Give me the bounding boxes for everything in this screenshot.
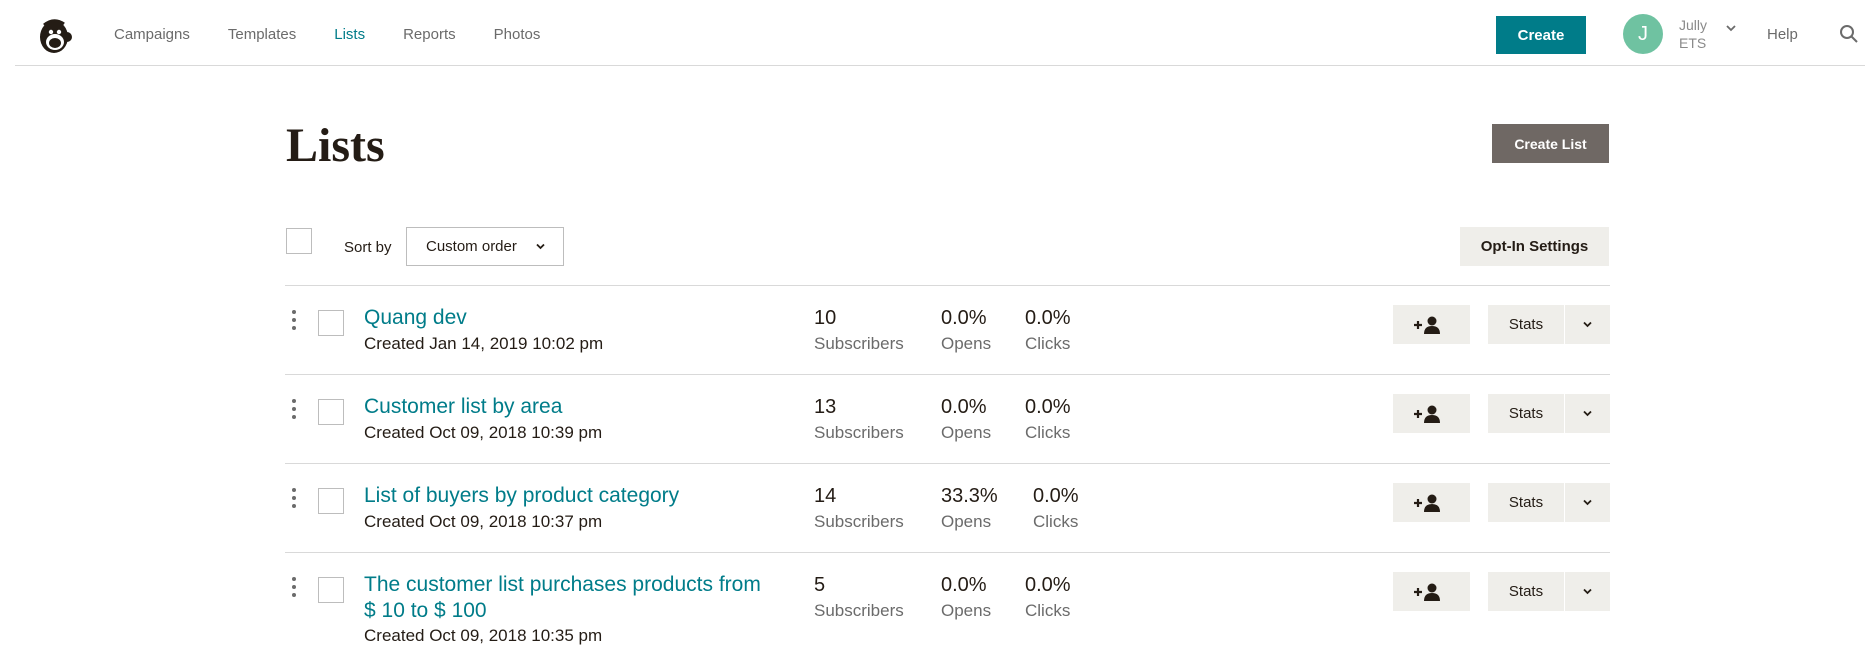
list-created-date: Created Oct 09, 2018 10:35 pm (364, 626, 603, 645)
list-created-date: Created Oct 09, 2018 10:39 pm (364, 423, 603, 442)
subscribers-count: 10 (814, 307, 837, 329)
more-options-button[interactable] (1565, 394, 1610, 433)
help-link[interactable]: Help (1767, 26, 1798, 43)
list-row: Quang dev Created Jan 14, 2019 10:02 pm … (285, 286, 1610, 374)
avatar[interactable]: J (1623, 14, 1663, 54)
select-all-checkbox[interactable] (286, 228, 312, 254)
clicks-rate: 0.0% (1025, 396, 1071, 418)
stats-button[interactable]: Stats (1488, 572, 1564, 611)
list-created-date: Created Jan 14, 2019 10:02 pm (364, 334, 604, 353)
row-checkbox[interactable] (318, 488, 344, 514)
add-contact-button[interactable] (1393, 483, 1470, 522)
list-name-link[interactable]: The customer list purchases products fro… (364, 572, 774, 624)
opens-label: Opens (941, 512, 992, 531)
chevron-down-icon (1583, 588, 1592, 595)
sort-select[interactable]: Custom order (406, 227, 564, 266)
drag-handle-icon[interactable] (291, 309, 297, 331)
add-contact-icon (1414, 316, 1440, 334)
chevron-down-icon (1583, 321, 1592, 328)
subscribers-count: 5 (814, 574, 826, 596)
subscribers-label: Subscribers (814, 512, 904, 531)
add-contact-button[interactable] (1393, 394, 1470, 433)
add-contact-icon (1414, 405, 1440, 423)
list-created-date: Created Oct 09, 2018 10:37 pm (364, 512, 603, 531)
opens-rate: 0.0% (941, 307, 987, 329)
create-list-button[interactable]: Create List (1492, 124, 1609, 163)
add-contact-button[interactable] (1393, 572, 1470, 611)
clicks-label: Clicks (1025, 423, 1071, 442)
chevron-down-icon (1583, 499, 1592, 506)
opens-rate: 0.0% (941, 574, 987, 596)
stats-button[interactable]: Stats (1488, 305, 1564, 344)
clicks-rate: 0.0% (1025, 307, 1071, 329)
list-name-link[interactable]: Customer list by area (364, 394, 794, 420)
more-options-button[interactable] (1565, 305, 1610, 344)
clicks-rate: 0.0% (1033, 485, 1079, 507)
row-checkbox[interactable] (318, 310, 344, 336)
chevron-down-icon[interactable] (1725, 22, 1737, 34)
clicks-label: Clicks (1025, 601, 1071, 620)
stats-button[interactable]: Stats (1488, 483, 1564, 522)
more-options-button[interactable] (1565, 483, 1610, 522)
nav-reports[interactable]: Reports (403, 0, 456, 66)
search-icon[interactable] (1839, 24, 1859, 44)
account-second-line: ETS (1679, 35, 1707, 51)
subscribers-label: Subscribers (814, 601, 904, 620)
clicks-label: Clicks (1025, 334, 1071, 353)
list-row: List of buyers by product category Creat… (285, 464, 1610, 552)
opens-label: Opens (941, 423, 992, 442)
account-name[interactable]: Jully ETS (1679, 16, 1707, 52)
opt-in-settings-button[interactable]: Opt-In Settings (1460, 227, 1609, 266)
row-checkbox[interactable] (318, 399, 344, 425)
add-contact-icon (1414, 494, 1440, 512)
nav-campaigns[interactable]: Campaigns (114, 0, 190, 66)
subscribers-count: 13 (814, 396, 837, 418)
drag-handle-icon[interactable] (291, 576, 297, 598)
drag-handle-icon[interactable] (291, 487, 297, 509)
clicks-rate: 0.0% (1025, 574, 1071, 596)
page-title: Lists (286, 119, 385, 172)
sort-label: Sort by (344, 239, 392, 256)
top-nav: Campaigns Templates Lists Reports Photos… (0, 0, 1865, 66)
list-name-link[interactable]: List of buyers by product category (364, 483, 794, 509)
chevron-down-icon (536, 243, 545, 250)
stats-button[interactable]: Stats (1488, 394, 1564, 433)
list-row: Customer list by area Created Oct 09, 20… (285, 375, 1610, 463)
opens-rate: 0.0% (941, 396, 987, 418)
opens-label: Opens (941, 334, 992, 353)
drag-handle-icon[interactable] (291, 398, 297, 420)
chevron-down-icon (1583, 410, 1592, 417)
list-row: The customer list purchases products fro… (285, 553, 1610, 658)
sort-value: Custom order (426, 238, 517, 255)
add-contact-icon (1414, 583, 1440, 601)
more-options-button[interactable] (1565, 572, 1610, 611)
account-first-line: Jully (1679, 17, 1708, 33)
nav-photos[interactable]: Photos (494, 0, 541, 66)
mailchimp-logo-icon[interactable] (34, 15, 76, 57)
subscribers-label: Subscribers (814, 334, 904, 353)
clicks-label: Clicks (1033, 512, 1079, 531)
subscribers-label: Subscribers (814, 423, 904, 442)
nav-lists[interactable]: Lists (334, 0, 365, 66)
create-button[interactable]: Create (1496, 16, 1586, 54)
nav-links: Campaigns Templates Lists Reports Photos (114, 0, 578, 66)
opens-rate: 33.3% (941, 485, 998, 507)
opens-label: Opens (941, 601, 992, 620)
row-checkbox[interactable] (318, 577, 344, 603)
nav-divider (15, 65, 1865, 66)
subscribers-count: 14 (814, 485, 837, 507)
add-contact-button[interactable] (1393, 305, 1470, 344)
nav-templates[interactable]: Templates (228, 0, 296, 66)
list-name-link[interactable]: Quang dev (364, 305, 794, 331)
